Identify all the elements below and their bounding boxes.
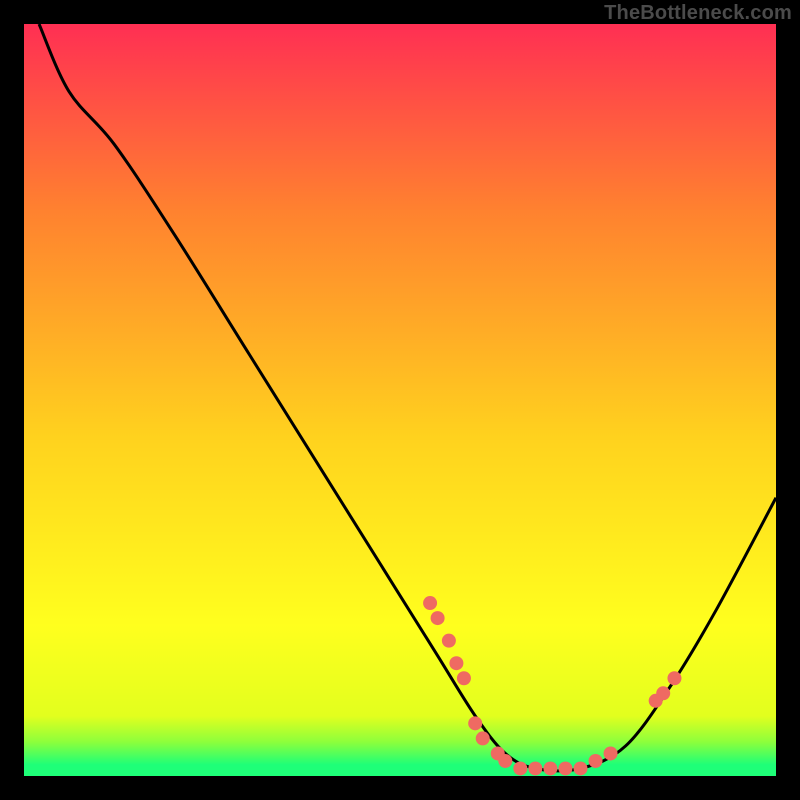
data-marker — [468, 716, 482, 730]
data-marker — [543, 761, 557, 775]
data-marker — [528, 761, 542, 775]
data-marker — [656, 686, 670, 700]
gradient-background — [24, 24, 776, 776]
data-marker — [449, 656, 463, 670]
data-marker — [558, 761, 572, 775]
data-marker — [604, 746, 618, 760]
data-marker — [513, 761, 527, 775]
bottleneck-chart — [24, 24, 776, 776]
data-marker — [667, 671, 681, 685]
data-marker — [498, 754, 512, 768]
data-marker — [431, 611, 445, 625]
data-marker — [589, 754, 603, 768]
data-marker — [442, 634, 456, 648]
data-marker — [423, 596, 437, 610]
watermark-text: TheBottleneck.com — [604, 2, 792, 25]
data-marker — [476, 731, 490, 745]
data-marker — [573, 761, 587, 775]
data-marker — [457, 671, 471, 685]
